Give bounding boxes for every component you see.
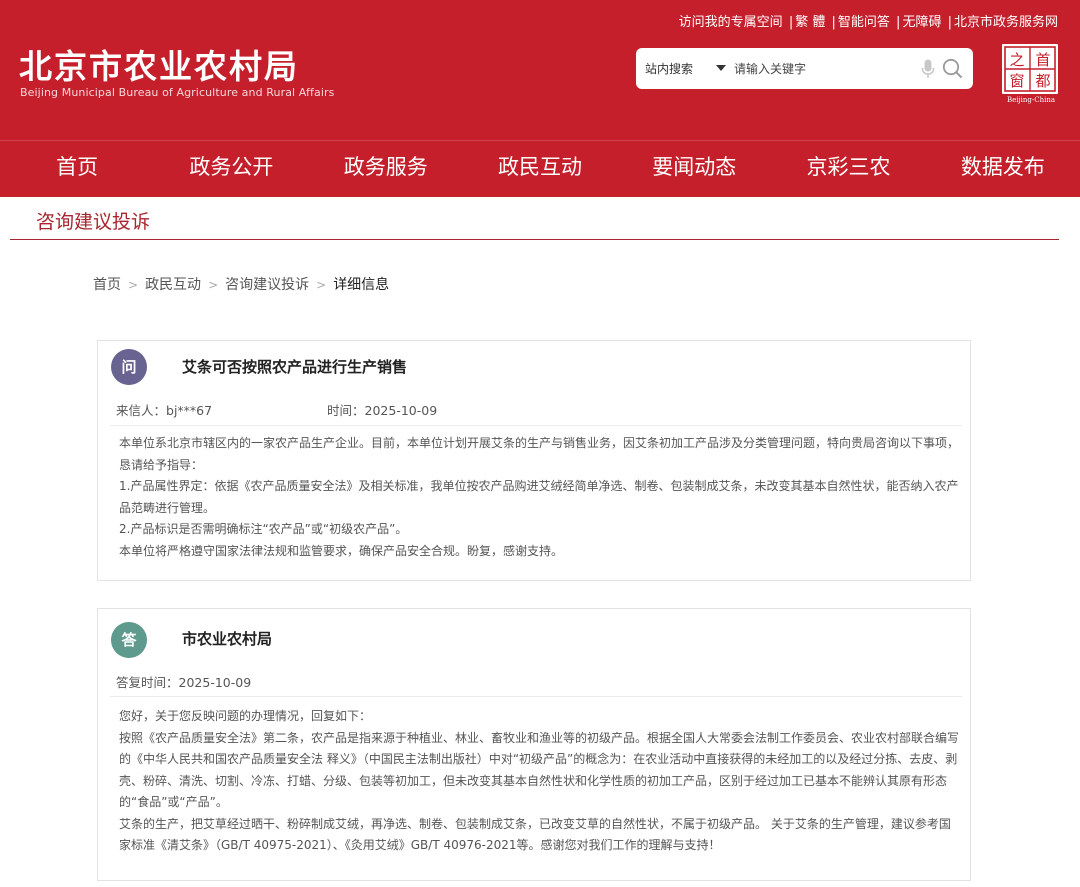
- question-title: 艾条可否按照农产品进行生产销售: [182, 358, 408, 376]
- site-subtitle: Beijing Municipal Bureau of Agriculture …: [20, 86, 335, 99]
- top-link-accessibility[interactable]: 无障碍: [902, 15, 941, 30]
- nav-item-news[interactable]: 要闻动态: [617, 141, 771, 197]
- question-divider: [110, 425, 962, 426]
- caret-down-icon[interactable]: [716, 65, 726, 71]
- breadcrumb: 首页 > 政民互动 > 咨询建议投诉 > 详细信息: [93, 274, 389, 294]
- answer-time-label: 答复时间：: [116, 675, 179, 690]
- nav-item-home[interactable]: 首页: [0, 141, 154, 197]
- time-value: 2025-10-09: [364, 403, 438, 418]
- question-card: 问 艾条可否按照农产品进行生产销售 来信人：bj***67 时间：2025-10…: [97, 340, 971, 581]
- question-time: 时间：2025-10-09: [327, 400, 437, 419]
- nav-item-data[interactable]: 数据发布: [926, 141, 1080, 197]
- top-link-my-space[interactable]: 访问我的专属空间: [679, 15, 783, 30]
- top-link-separator: |: [788, 15, 794, 30]
- question-sender: 来信人：bj***67: [116, 400, 212, 419]
- question-paragraph: 2.产品标识是否需明确标注“农产品”或“初级农产品”。: [119, 522, 408, 536]
- capital-logo-caption: Beijing-China: [1006, 96, 1056, 104]
- answer-paragraph: 艾条的生产，把艾草经过晒干、粉碎制成艾绒，再净选、制卷、包装制成艾条，已改变艾草…: [119, 816, 951, 853]
- top-link-traditional[interactable]: 繁 體: [795, 15, 825, 30]
- top-link-gov-service[interactable]: 北京市政务服务网: [954, 15, 1058, 30]
- question-paragraph: 本单位系北京市辖区内的一家农产品生产企业。目前，本单位计划开展艾条的生产与销售业…: [119, 436, 960, 472]
- section-title: 咨询建议投诉: [36, 211, 151, 233]
- sender-label: 来信人：: [116, 403, 167, 418]
- microphone-icon[interactable]: [921, 59, 935, 79]
- answer-time-value: 2025-10-09: [178, 675, 252, 690]
- top-links: 访问我的专属空间 | 繁 體 | 智能问答 | 无障碍 | 北京市政务服务网: [679, 11, 1058, 30]
- answer-card: 答 市农业农村局 答复时间：2025-10-09 您好，关于您反映问题的办理情况…: [97, 608, 971, 881]
- svg-text:窗: 窗: [1009, 72, 1024, 90]
- svg-text:之: 之: [1009, 51, 1024, 69]
- breadcrumb-separator: >: [208, 278, 219, 292]
- nav-item-agriculture[interactable]: 京彩三农: [771, 141, 925, 197]
- breadcrumb-consult[interactable]: 咨询建议投诉: [225, 277, 309, 293]
- section-divider: [10, 239, 1059, 240]
- breadcrumb-interaction[interactable]: 政民互动: [145, 277, 201, 293]
- site-title[interactable]: 北京市农业农村局: [19, 40, 299, 88]
- search-scope-select[interactable]: 站内搜索: [645, 60, 693, 77]
- top-link-separator: |: [896, 15, 901, 30]
- answer-badge: 答: [111, 622, 147, 658]
- top-link-smart-qa[interactable]: 智能问答: [838, 15, 890, 30]
- nav-item-gov-affairs[interactable]: 政务公开: [154, 141, 308, 197]
- question-body: 本单位系北京市辖区内的一家农产品生产企业。目前，本单位计划开展艾条的生产与销售业…: [119, 433, 959, 562]
- breadcrumb-separator: >: [316, 278, 327, 292]
- nav-item-interaction[interactable]: 政民互动: [463, 141, 617, 197]
- breadcrumb-current: 详细信息: [333, 277, 390, 293]
- answer-paragraph: 您好，关于您反映问题的办理情况，回复如下：: [119, 709, 372, 723]
- answer-divider: [110, 696, 962, 697]
- top-link-separator: |: [947, 15, 952, 30]
- answer-title: 市农业农村局: [182, 630, 273, 648]
- time-label: 时间：: [327, 403, 365, 418]
- sender-value: bj***67: [166, 403, 213, 418]
- search-input[interactable]: [734, 57, 914, 80]
- svg-text:都: 都: [1035, 72, 1050, 90]
- main-nav: 首页 政务公开 政务服务 政民互动 要闻动态 京彩三农 数据发布: [0, 140, 1080, 197]
- question-badge: 问: [111, 349, 147, 385]
- breadcrumb-separator: >: [128, 278, 139, 292]
- question-paragraph: 1.产品属性界定：依据《农产品质量安全法》及相关标准，我单位按农产品购进艾绒经简…: [119, 479, 959, 515]
- svg-text:首: 首: [1035, 51, 1050, 69]
- breadcrumb-home[interactable]: 首页: [93, 277, 121, 293]
- answer-body: 您好，关于您反映问题的办理情况，回复如下： 按照《农产品质量安全法》第二条，农产…: [119, 706, 959, 857]
- answer-paragraph: 按照《农产品质量安全法》第二条，农产品是指来源于种植业、林业、畜牧业和渔业等的初…: [119, 730, 960, 810]
- question-paragraph: 本单位将严格遵守国家法律法规和监管要求，确保产品安全合规。盼复，感谢支持。: [119, 543, 564, 558]
- nav-item-gov-services[interactable]: 政务服务: [309, 141, 463, 197]
- top-link-separator: |: [831, 15, 836, 30]
- answer-time: 答复时间：2025-10-09: [116, 672, 251, 691]
- search-icon[interactable]: [942, 58, 963, 79]
- search-box: 站内搜索: [636, 48, 973, 89]
- site-header: 访问我的专属空间 | 繁 體 | 智能问答 | 无障碍 | 北京市政务服务网 北京市农业…: [0, 0, 1080, 140]
